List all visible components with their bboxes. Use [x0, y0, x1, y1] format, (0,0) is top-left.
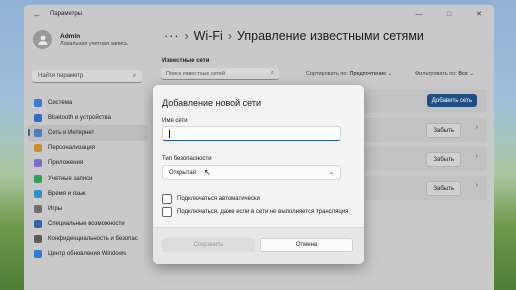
sidebar-item-label: Bluetooth и устройства [48, 114, 111, 121]
globe-icon [34, 189, 42, 198]
person-icon [38, 35, 47, 45]
sort-label: Сортировать по: [306, 71, 348, 77]
sidebar-item[interactable]: Учетные записи [28, 171, 148, 186]
sidebar-item[interactable]: Сеть и Интернет [28, 125, 148, 141]
sidebar-item-label: Игры [48, 205, 63, 212]
page-title: Управление известными сетями [237, 29, 424, 43]
checkbox-box[interactable] [162, 207, 172, 217]
breadcrumb-parent[interactable]: Wi-Fi [194, 29, 223, 43]
close-button[interactable]: ✕ [464, 5, 494, 23]
cancel-button[interactable]: Отмена [260, 238, 353, 252]
sidebar-item-label: Конфиденциальность и безопас [48, 236, 138, 243]
window-controls: — □ ✕ [404, 5, 494, 23]
sidebar: Admin Локальная учетная запись Найти пар… [24, 27, 154, 290]
sidebar-item[interactable]: Центр обновления Windows [28, 247, 148, 262]
security-type-select[interactable]: Открытая ⌄ [162, 165, 341, 180]
dialog-footer: Сохранить Отмена [153, 227, 364, 264]
security-type-value: Открытая [169, 169, 196, 176]
mouse-cursor-icon: ↖ [204, 168, 211, 177]
hidden-network-label: Подключаться, даже если в сети не выполн… [177, 209, 349, 215]
breadcrumb: ··· › Wi-Fi › Управление известными сетями [164, 29, 424, 43]
security-type-label: Тип безопасности [162, 156, 212, 162]
monitor-icon [34, 98, 42, 107]
hidden-network-checkbox[interactable]: Подключаться, даже если в сети не выполн… [162, 207, 348, 217]
sidebar-item-label: Персонализация [48, 145, 96, 152]
network-name-label: Имя сети [162, 118, 188, 124]
forget-button[interactable]: Забыть [426, 152, 461, 167]
sidebar-item[interactable]: Время и язык [28, 186, 148, 201]
gamepad-icon [34, 204, 42, 213]
chevron-right-icon[interactable]: › [476, 182, 478, 189]
sidebar-item-label: Время и язык [48, 190, 86, 197]
arrow-left-icon[interactable]: ← [33, 10, 41, 19]
accessibility-icon [34, 220, 42, 229]
sidebar-item[interactable]: Bluetooth и устройства [28, 110, 148, 125]
minimize-button[interactable]: — [404, 5, 434, 23]
search-icon: ⌕ [132, 72, 136, 79]
window-title: Параметры [50, 11, 82, 17]
sidebar-item[interactable]: Конфиденциальность и безопас [28, 232, 148, 247]
known-networks-search-input[interactable]: Поиск известных сетей ⌕ [161, 68, 279, 80]
person-icon [34, 174, 42, 183]
settings-search-input[interactable]: Найти параметр ⌕ [32, 70, 142, 83]
profile-role: Локальная учетная запись [60, 40, 128, 47]
sort-dropdown[interactable]: Сортировать по: Предпочтение ⌄ [306, 71, 392, 77]
forget-button[interactable]: Забыть [426, 181, 461, 196]
network-name-input[interactable] [162, 126, 341, 141]
sidebar-item-label: Приложения [48, 160, 84, 167]
chevron-right-icon[interactable]: › [476, 153, 478, 160]
chevron-right-icon[interactable]: › [476, 124, 478, 131]
sidebar-item[interactable]: Персонализация [28, 141, 148, 156]
add-network-button[interactable]: Добавить сеть [426, 94, 477, 107]
sidebar-item[interactable]: Игры [28, 201, 148, 216]
user-profile[interactable]: Admin Локальная учетная запись [33, 30, 128, 49]
avatar [33, 30, 52, 49]
profile-name: Admin [60, 32, 81, 40]
brush-icon [34, 144, 42, 153]
chevron-down-icon: ⌄ [387, 71, 393, 77]
shield-icon [34, 235, 42, 244]
update-icon [34, 250, 42, 259]
sidebar-item-label: Специальные возможности [48, 221, 125, 228]
sidebar-item[interactable]: Система [28, 95, 148, 110]
dialog-title: Добавление новой сети [162, 98, 262, 108]
known-networks-label: Известные сети [162, 58, 210, 64]
save-button[interactable]: Сохранить [162, 238, 255, 252]
sidebar-item-label: Центр обновления Windows [48, 251, 127, 258]
checkbox-box[interactable] [162, 194, 172, 204]
filter-label: Фильтровать по: [415, 71, 457, 77]
title-bar: ← Параметры — □ ✕ [24, 5, 494, 23]
breadcrumb-overflow[interactable]: ··· [164, 29, 180, 43]
sidebar-item-label: Сеть и Интернет [48, 129, 95, 136]
apps-icon [34, 159, 42, 168]
chevron-right-icon: › [227, 29, 232, 43]
sidebar-item-label: Учетные записи [48, 175, 93, 182]
sort-value: Предпочтение [349, 71, 387, 77]
chevron-down-icon: ⌄ [328, 170, 334, 176]
sidebar-item-label: Система [48, 99, 73, 106]
known-networks-search-placeholder: Поиск известных сетей [166, 70, 226, 77]
auto-connect-label: Подключаться автоматически [177, 196, 260, 202]
settings-search-placeholder: Найти параметр [38, 73, 84, 79]
bluetooth-icon [34, 113, 42, 122]
maximize-button[interactable]: □ [434, 5, 464, 23]
sidebar-nav: Система Bluetooth и устройства Сеть и Инте… [28, 95, 148, 262]
network-icon [34, 128, 42, 137]
filter-value: Все [458, 71, 468, 77]
text-caret [169, 130, 170, 138]
sidebar-item[interactable]: Приложения [28, 156, 148, 171]
sidebar-item[interactable]: Специальные возможности [28, 217, 148, 232]
auto-connect-checkbox[interactable]: Подключаться автоматически [162, 194, 260, 204]
forget-button[interactable]: Забыть [426, 123, 461, 138]
search-icon: ⌕ [270, 70, 274, 76]
chevron-right-icon: › [184, 29, 189, 43]
add-network-dialog: Добавление новой сети Имя сети Тип безоп… [153, 85, 364, 264]
chevron-down-icon: ⌄ [469, 71, 474, 77]
filter-dropdown[interactable]: Фильтровать по: Все ⌄ [415, 71, 474, 77]
